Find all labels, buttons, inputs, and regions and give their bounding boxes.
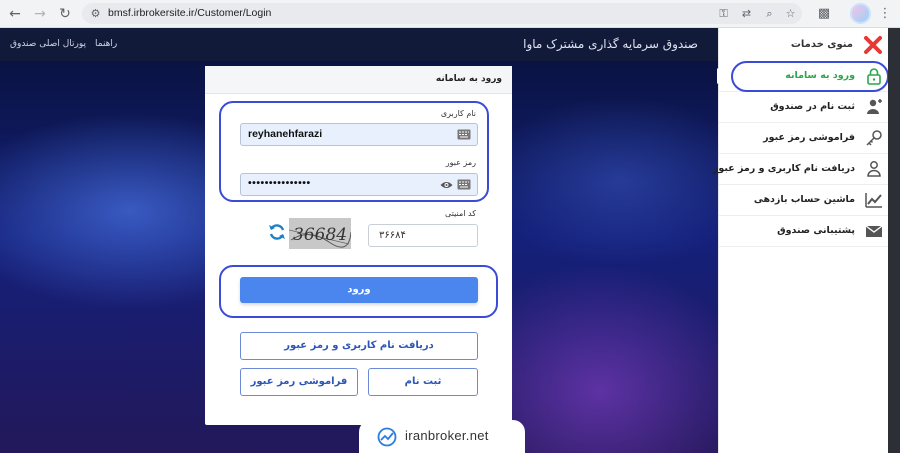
- url-text: bmsf.irbrokersite.ir/Customer/Login: [108, 7, 272, 19]
- close-x-icon[interactable]: [863, 35, 883, 55]
- signup-button[interactable]: ثبت نام: [368, 368, 478, 396]
- forgot-password-button[interactable]: فراموشی رمز عبور: [240, 368, 358, 396]
- iranbroker-logo-icon: [377, 427, 397, 447]
- username-input[interactable]: reyhanehfarazi: [240, 123, 478, 146]
- username-value: reyhanehfarazi: [248, 128, 323, 140]
- sidebar-item-forgot-password[interactable]: فراموشی رمز عبور: [719, 123, 889, 154]
- username-label: نام کاربری: [440, 109, 476, 118]
- services-menu-title: منوی خدمات: [790, 39, 853, 50]
- user-lock-icon: [867, 161, 881, 177]
- site-header: صندوق سرمایه گذاری مشترک ماوا راهنما پور…: [0, 28, 718, 61]
- menu-kebab-icon[interactable]: ⋮: [876, 5, 894, 23]
- password-label: رمز عبور: [445, 158, 476, 167]
- translate-icon[interactable]: ⇄: [739, 6, 754, 21]
- captcha-text: 36684: [293, 225, 347, 245]
- captcha-image: 36684: [288, 218, 352, 249]
- browser-toolbar: ← → ↻ ⚙ bmsf.irbrokersite.ir/Customer/Lo…: [0, 0, 900, 28]
- captcha-value: ۳۶۶۸۴: [379, 230, 406, 241]
- sidebar-edge: [888, 28, 900, 453]
- sidebar-item-label: فراموشی رمز عبور: [763, 132, 855, 143]
- zoom-icon[interactable]: ⌕: [762, 6, 777, 21]
- forward-icon[interactable]: →: [31, 5, 49, 23]
- sidebar-item-label: ثبت نام در صندوق: [770, 101, 855, 112]
- password-input[interactable]: •••••••••••••••: [240, 173, 478, 196]
- login-card-header: ورود به سامانه: [205, 66, 512, 94]
- address-bar[interactable]: ⚙ bmsf.irbrokersite.ir/Customer/Login ⚿ …: [82, 3, 802, 24]
- get-credentials-button[interactable]: دریافت نام کاربری و رمز عبور: [240, 332, 478, 360]
- refresh-captcha-icon[interactable]: [268, 223, 286, 241]
- login-title: ورود به سامانه: [435, 74, 502, 84]
- active-pointer: [717, 68, 726, 84]
- reload-icon[interactable]: ↻: [56, 5, 74, 23]
- password-key-icon[interactable]: ⚿: [716, 6, 731, 21]
- key-icon: [866, 130, 882, 146]
- watermark-text: iranbroker.net: [405, 428, 489, 443]
- login-card: ورود به سامانه نام کاربری reyhanehfarazi…: [205, 66, 512, 425]
- envelope-icon: [865, 225, 883, 237]
- services-sidebar: منوی خدمات ورود به سامانه ثبت نام در صند…: [713, 28, 900, 453]
- sidebar-item-return-calculator[interactable]: ماشین حساب بازدهی: [719, 185, 889, 216]
- sidebar-item-label: ماشین حساب بازدهی: [753, 194, 855, 205]
- bookmark-star-icon[interactable]: ☆: [783, 6, 798, 21]
- sidebar-item-label: پشتیبانی صندوق: [777, 225, 855, 236]
- captcha-noise: 36684: [288, 225, 352, 248]
- keyboard-icon[interactable]: [457, 179, 471, 190]
- user-plus-icon: [867, 99, 882, 114]
- sidebar-item-get-credentials[interactable]: دریافت نام کاربری و رمز عبور: [713, 154, 889, 185]
- profile-avatar[interactable]: [850, 3, 871, 24]
- keyboard-icon[interactable]: [457, 129, 471, 140]
- fund-title: صندوق سرمایه گذاری مشترک ماوا: [523, 37, 698, 51]
- sidebar-item-label: دریافت نام کاربری و رمز عبور: [712, 163, 855, 174]
- chart-line-icon: [865, 193, 882, 208]
- eye-icon[interactable]: [440, 180, 453, 190]
- watermark: iranbroker.net: [359, 420, 525, 453]
- main-portal-link[interactable]: پورتال اصلی صندوق: [10, 39, 86, 49]
- site-info-icon[interactable]: ⚙: [88, 6, 103, 21]
- back-icon[interactable]: ←: [6, 5, 24, 23]
- extensions-icon[interactable]: ▩: [815, 5, 833, 23]
- captcha-label: کد امنیتی: [445, 209, 476, 218]
- sidebar-item-signup[interactable]: ثبت نام در صندوق: [719, 92, 889, 123]
- login-button[interactable]: ورود: [240, 277, 478, 303]
- password-value: •••••••••••••••: [248, 177, 311, 189]
- help-link[interactable]: راهنما: [95, 39, 117, 49]
- captcha-input[interactable]: ۳۶۶۸۴: [368, 224, 478, 247]
- sidebar-item-support[interactable]: پشتیبانی صندوق: [719, 216, 889, 247]
- services-menu-header[interactable]: منوی خدمات: [719, 28, 889, 61]
- highlight-ring: [731, 61, 889, 92]
